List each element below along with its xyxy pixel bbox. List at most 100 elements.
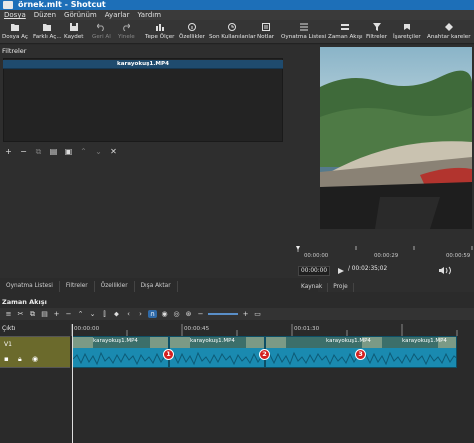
player-tabs: Kaynak Proje <box>296 283 354 292</box>
timeline-ruler-label-1: 00:00:45 <box>184 326 210 332</box>
marker-1[interactable]: 1 <box>163 349 174 360</box>
prev-marker-icon[interactable]: ‹ <box>124 310 133 318</box>
volume-icon[interactable] <box>438 266 468 275</box>
eye-icon[interactable]: ◉ <box>32 355 38 363</box>
menu-file[interactable]: Dosya <box>4 10 26 20</box>
lock-icon[interactable]: 🔒︎ <box>18 355 22 364</box>
window-title: örnek.mlt - Shotcut <box>18 0 106 9</box>
properties-button[interactable]: Özellikler <box>179 21 205 43</box>
save-preset-icon[interactable]: ▣ <box>64 147 73 156</box>
ripple-icon[interactable]: ◎ <box>172 310 181 318</box>
menu-settings[interactable]: Ayarlar <box>105 10 130 20</box>
folder-other-icon <box>43 23 52 31</box>
recent-button[interactable]: Son Kullanılanlar <box>209 21 256 43</box>
tab-filters[interactable]: Filtreler <box>60 281 95 292</box>
keyframes-icon <box>444 23 453 31</box>
undo-icon <box>97 23 105 31</box>
player-ruler-label-0: 00:00:00 <box>304 253 329 259</box>
tab-source[interactable]: Kaynak <box>296 283 329 292</box>
undo-button[interactable]: Geri Al <box>92 21 111 43</box>
video-frame-image <box>320 47 472 229</box>
menu-view[interactable]: Görünüm <box>64 10 97 20</box>
paste-icon[interactable]: ▤ <box>40 310 49 318</box>
overwrite-icon[interactable]: ⌄ <box>88 310 97 318</box>
clip-label: karayokuş1.MP4 <box>326 338 371 344</box>
timeline-ruler-ticks <box>71 324 458 336</box>
player-ruler[interactable]: 00:00:00 00:00:29 00:00:59 <box>296 246 474 260</box>
filters-button[interactable]: Filtreler <box>366 21 387 43</box>
tab-playlist[interactable]: Oynatma Listesi <box>0 281 60 292</box>
zoom-out-icon[interactable]: − <box>196 310 205 318</box>
append-icon[interactable]: + <box>52 310 61 318</box>
timeline-playhead[interactable] <box>72 324 73 443</box>
folder-open-icon <box>10 23 19 31</box>
cut-icon[interactable]: ✂ <box>16 310 25 318</box>
zoom-in-icon[interactable]: + <box>241 310 250 318</box>
scrub-icon[interactable]: ◉ <box>160 310 169 318</box>
open-file-button[interactable]: Dosya Aç <box>2 21 28 43</box>
menu-icon[interactable]: ≡ <box>4 310 13 318</box>
master-track-label: Çıktı <box>2 325 16 332</box>
player-ruler-ticks <box>296 246 473 252</box>
keyframes-button[interactable]: Anahtar kareler <box>427 21 471 43</box>
lift-icon[interactable]: ⌃ <box>76 310 85 318</box>
tab-export[interactable]: Dışa Aktar <box>135 281 178 292</box>
peak-meter-icon <box>155 23 164 31</box>
filter-track-icon[interactable]: ▪ <box>4 355 9 363</box>
timeline-ruler-label-2: 00:01:30 <box>294 326 320 332</box>
filters-panel-title: Filtreler <box>2 47 27 55</box>
save-button[interactable]: Kaydet <box>64 21 84 43</box>
play-icon[interactable] <box>337 267 345 275</box>
add-filter-icon[interactable]: + <box>4 147 13 156</box>
main-toolbar: Dosya Aç Farklı Aç... Kaydet Geri Al Yin… <box>0 20 474 44</box>
clip-label-secondary: karayokuş1.MP4 <box>402 338 447 344</box>
redo-icon <box>122 23 131 31</box>
copy-icon[interactable]: ⧉ <box>28 310 37 319</box>
markers-button[interactable]: İşaretçiler <box>393 21 421 43</box>
menu-bar: Dosya Düzen Görünüm Ayarlar Yardım <box>0 10 474 20</box>
player-ruler-label-1: 00:00:29 <box>374 253 399 259</box>
move-up-icon[interactable]: ⌃ <box>79 147 88 156</box>
left-panel-tabs: Oynatma Listesi Filtreler Özellikler Dış… <box>0 281 318 292</box>
remove-icon[interactable]: − <box>64 310 73 318</box>
next-marker-icon[interactable]: › <box>136 310 145 318</box>
move-down-icon[interactable]: ⌄ <box>94 147 103 156</box>
ripple-all-icon[interactable]: ⊛ <box>184 310 193 318</box>
marker-icon[interactable]: ⬥ <box>112 310 121 319</box>
redo-button[interactable]: Yinele <box>118 21 135 43</box>
filter-icon <box>372 23 381 31</box>
menu-edit[interactable]: Düzen <box>34 10 56 20</box>
paste-filter-icon[interactable]: ▤ <box>49 147 58 156</box>
zoom-fit-icon[interactable]: ▭ <box>253 310 262 318</box>
track-name: V1 <box>4 341 12 348</box>
video-preview[interactable] <box>320 47 472 229</box>
playlist-button[interactable]: Oynatma Listesi <box>281 21 326 43</box>
markers-icon <box>403 23 411 31</box>
marker-3[interactable]: 3 <box>355 349 366 360</box>
tab-project[interactable]: Proje <box>328 283 354 292</box>
copy-filter-icon[interactable]: ⧉ <box>34 147 43 156</box>
timeline-clip-1[interactable]: karayokuş1.MP4 <box>72 336 169 368</box>
timeline-clip-2[interactable]: karayokuş1.MP4 <box>169 336 265 368</box>
notes-button[interactable]: Notlar <box>257 21 274 43</box>
timeline-title: Zaman Akışı <box>0 297 474 308</box>
marker-2[interactable]: 2 <box>259 349 270 360</box>
close-filter-icon[interactable]: ✕ <box>109 147 118 156</box>
filter-clip-name: karayokuş1.MP4 <box>3 60 283 69</box>
timeline-button[interactable]: Zaman Akışı <box>328 21 363 43</box>
filters-list[interactable] <box>3 58 283 142</box>
split-icon[interactable]: ⫿ <box>100 310 109 319</box>
menu-help[interactable]: Yardım <box>137 10 161 20</box>
remove-filter-icon[interactable]: − <box>19 147 28 156</box>
open-other-button[interactable]: Farklı Aç... <box>33 21 62 43</box>
tab-properties[interactable]: Özellikler <box>95 281 135 292</box>
recent-icon <box>228 23 237 31</box>
track-header-v1[interactable]: V1 ▪ 🔒︎ ◉ <box>0 336 70 368</box>
peak-meter-button[interactable]: Tepe Ölçer <box>145 21 174 43</box>
timeline-ruler[interactable]: 00:00:00 00:00:45 00:01:30 <box>71 324 474 336</box>
zoom-slider[interactable] <box>208 313 238 315</box>
snap-icon[interactable]: ∩ <box>148 310 157 318</box>
position-timecode[interactable]: 00:00:00 <box>298 266 331 276</box>
clip-label: karayokuş1.MP4 <box>190 338 235 344</box>
title-bar: örnek.mlt - Shotcut <box>0 0 474 10</box>
